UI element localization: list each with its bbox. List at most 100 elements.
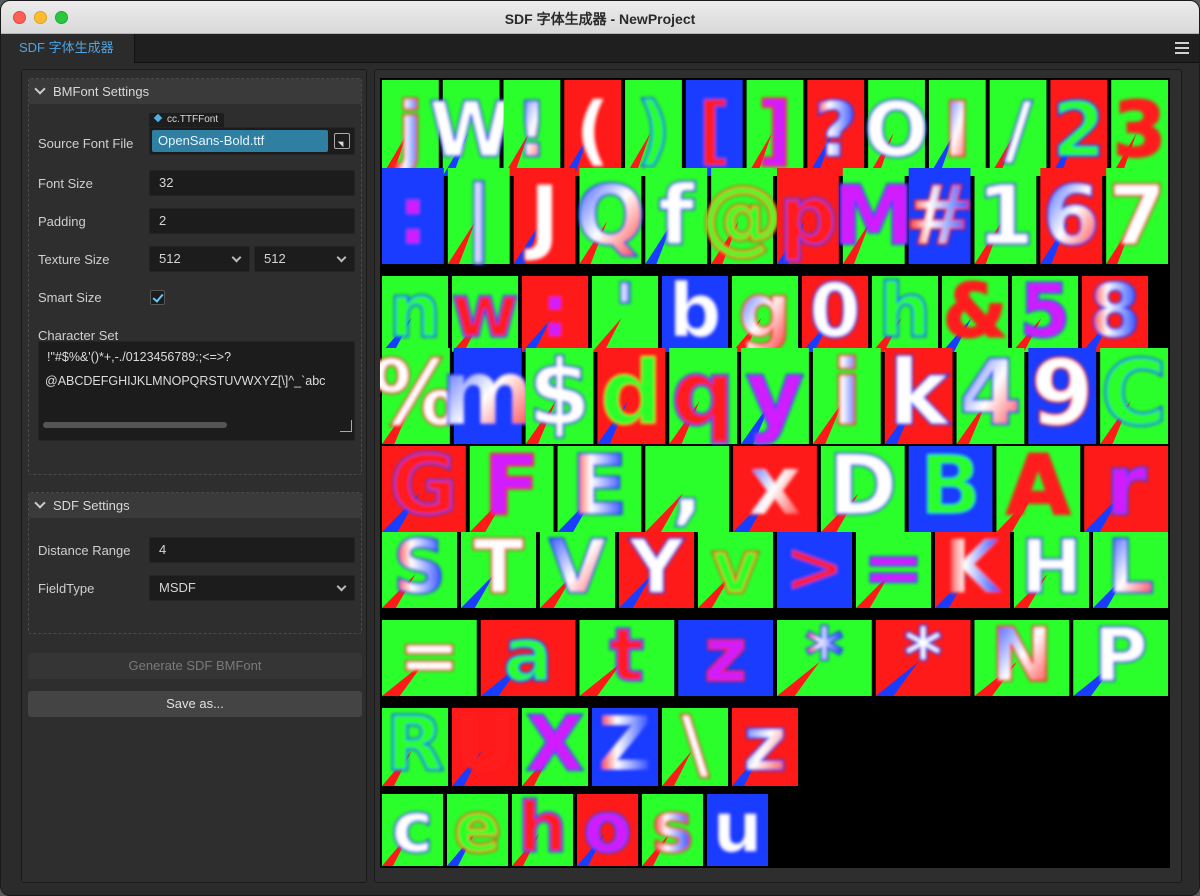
- atlas-glyph: Z: [592, 699, 658, 789]
- atlas-glyph: /: [989, 80, 1047, 176]
- glyph-char: O: [864, 85, 929, 174]
- glyph-char: ?: [814, 85, 858, 174]
- atlas-glyph: i: [812, 341, 881, 447]
- glyph-char: v: [712, 525, 760, 610]
- glyph-char: h: [518, 787, 568, 868]
- padding-input[interactable]: 2: [149, 208, 355, 234]
- atlas-glyph: r: [1084, 436, 1168, 535]
- generate-sdf-bmfont-button[interactable]: Generate SDF BMFont: [28, 653, 362, 679]
- source-font-field[interactable]: OpenSans-Bold.ttf: [149, 127, 355, 155]
- glyph-char: 9: [1031, 342, 1093, 446]
- texture-height-select[interactable]: 512: [254, 246, 355, 272]
- glyph-char: S: [393, 525, 446, 610]
- chevron-down-icon: [34, 497, 46, 509]
- glyph-char: i: [831, 342, 862, 446]
- glyph-char: r: [1106, 437, 1147, 534]
- glyph-char: Z: [598, 700, 653, 788]
- sdf-settings-header[interactable]: SDF Settings: [29, 493, 361, 518]
- atlas-glyph: *: [777, 612, 872, 699]
- atlas-glyph: S: [382, 524, 457, 611]
- glyph-char: 6: [1043, 169, 1100, 264]
- glyph-char: 2: [1052, 85, 1105, 174]
- window-title: SDF 字体生成器 - NewProject: [504, 11, 696, 27]
- save-as-button[interactable]: Save as...: [28, 691, 362, 717]
- atlas-glyph: ?: [807, 80, 865, 176]
- glyph-char: (: [575, 85, 610, 174]
- bmfont-settings-header[interactable]: BMFont Settings: [29, 79, 361, 104]
- asset-picker-icon[interactable]: [334, 133, 350, 149]
- atlas-glyph: z: [732, 699, 798, 789]
- tab-bar: SDF 字体生成器: [1, 34, 1199, 63]
- distance-range-input[interactable]: 4: [149, 537, 355, 563]
- glyph-char: o: [583, 787, 631, 868]
- sdf-settings-section: SDF Settings Distance Range 4 FieldType …: [28, 492, 362, 634]
- glyph-char: 3: [1113, 85, 1166, 174]
- glyph-char: t: [609, 613, 644, 698]
- atlas-glyph: !: [503, 80, 561, 176]
- atlas-glyph: (: [564, 80, 622, 176]
- glyph-char: f: [658, 169, 695, 264]
- atlas-glyph: h: [512, 786, 573, 868]
- atlas-glyph: 3: [1111, 80, 1168, 176]
- font-size-input[interactable]: 32: [149, 170, 355, 196]
- atlas-glyph: A: [996, 436, 1081, 535]
- glyph-char: *: [805, 613, 844, 698]
- atlas-glyph: e: [447, 786, 508, 868]
- sdf-settings-title: SDF Settings: [53, 498, 130, 513]
- glyph-char: U: [454, 700, 515, 788]
- glyph-char: q: [671, 342, 735, 446]
- atlas-glyph: s: [642, 786, 703, 868]
- texture-width-select[interactable]: 512: [149, 246, 250, 272]
- atlas-glyph: :: [382, 168, 444, 265]
- chevron-down-icon: [34, 83, 46, 95]
- glyph-char: j: [394, 85, 423, 174]
- field-type-value: MSDF: [159, 580, 196, 595]
- atlas-glyph: G: [382, 436, 466, 535]
- atlas-glyph: P: [1073, 612, 1168, 699]
- texture-size-label: Texture Size: [38, 252, 110, 267]
- atlas-glyph: 2: [1050, 80, 1108, 176]
- source-font-label: Source Font File: [38, 136, 134, 151]
- atlas-glyph: a: [480, 612, 576, 699]
- atlas-glyph: 1: [974, 168, 1037, 265]
- padding-label: Padding: [38, 214, 86, 229]
- hamburger-menu-icon[interactable]: [1175, 42, 1189, 54]
- atlas-glyph: K: [935, 524, 1010, 611]
- glyph-char: L: [1107, 525, 1154, 610]
- charset-textarea[interactable]: !"#$%&'()*+,-./0123456789:;<=>? @ABCDEFG…: [38, 341, 355, 441]
- atlas-glyph: T: [461, 524, 536, 611]
- smart-size-checkbox[interactable]: [150, 290, 165, 305]
- atlas-glyph: =: [856, 524, 931, 611]
- glyph-char: D: [828, 437, 897, 534]
- glyph-char: /: [1004, 85, 1032, 174]
- glyph-char: z: [704, 613, 747, 698]
- glyph-char: k: [889, 342, 951, 446]
- atlas-glyph: X: [522, 699, 588, 789]
- source-font-value[interactable]: OpenSans-Bold.ttf: [152, 130, 328, 152]
- atlas-glyph: ): [625, 80, 682, 176]
- resize-handle-icon[interactable]: [340, 420, 352, 432]
- atlas-glyph: L: [1093, 524, 1168, 611]
- bmfont-settings-title: BMFont Settings: [53, 84, 150, 99]
- atlas-glyph: M: [832, 168, 916, 265]
- charset-scrollbar[interactable]: [43, 422, 227, 428]
- msdf-atlas-preview: jW!()[]?OI/23:|JQf@pM#167nw:'bg0h&58%m$d…: [380, 78, 1170, 868]
- asset-diamond-icon: [153, 113, 163, 123]
- atlas-glyph: Y: [619, 524, 694, 611]
- atlas-glyph: y: [741, 341, 809, 447]
- chevron-down-icon: [336, 581, 347, 592]
- glyph-char: p: [778, 169, 837, 264]
- glyph-char: ): [636, 85, 671, 174]
- atlas-glyph: I: [928, 80, 986, 176]
- field-type-label: FieldType: [38, 581, 95, 596]
- glyph-char: =: [863, 525, 925, 610]
- glyph-char: W: [429, 85, 513, 174]
- glyph-char: C: [1101, 342, 1167, 446]
- atlas-glyph: q: [669, 341, 738, 447]
- glyph-char: 4: [959, 342, 1021, 446]
- glyph-char: P: [1094, 613, 1148, 698]
- bmfont-settings-section: BMFont Settings Source Font File cc.TTFF…: [28, 78, 362, 475]
- atlas-glyph: 6: [1040, 168, 1103, 265]
- field-type-select[interactable]: MSDF: [149, 575, 355, 601]
- tab-sdf-generator[interactable]: SDF 字体生成器: [1, 34, 135, 63]
